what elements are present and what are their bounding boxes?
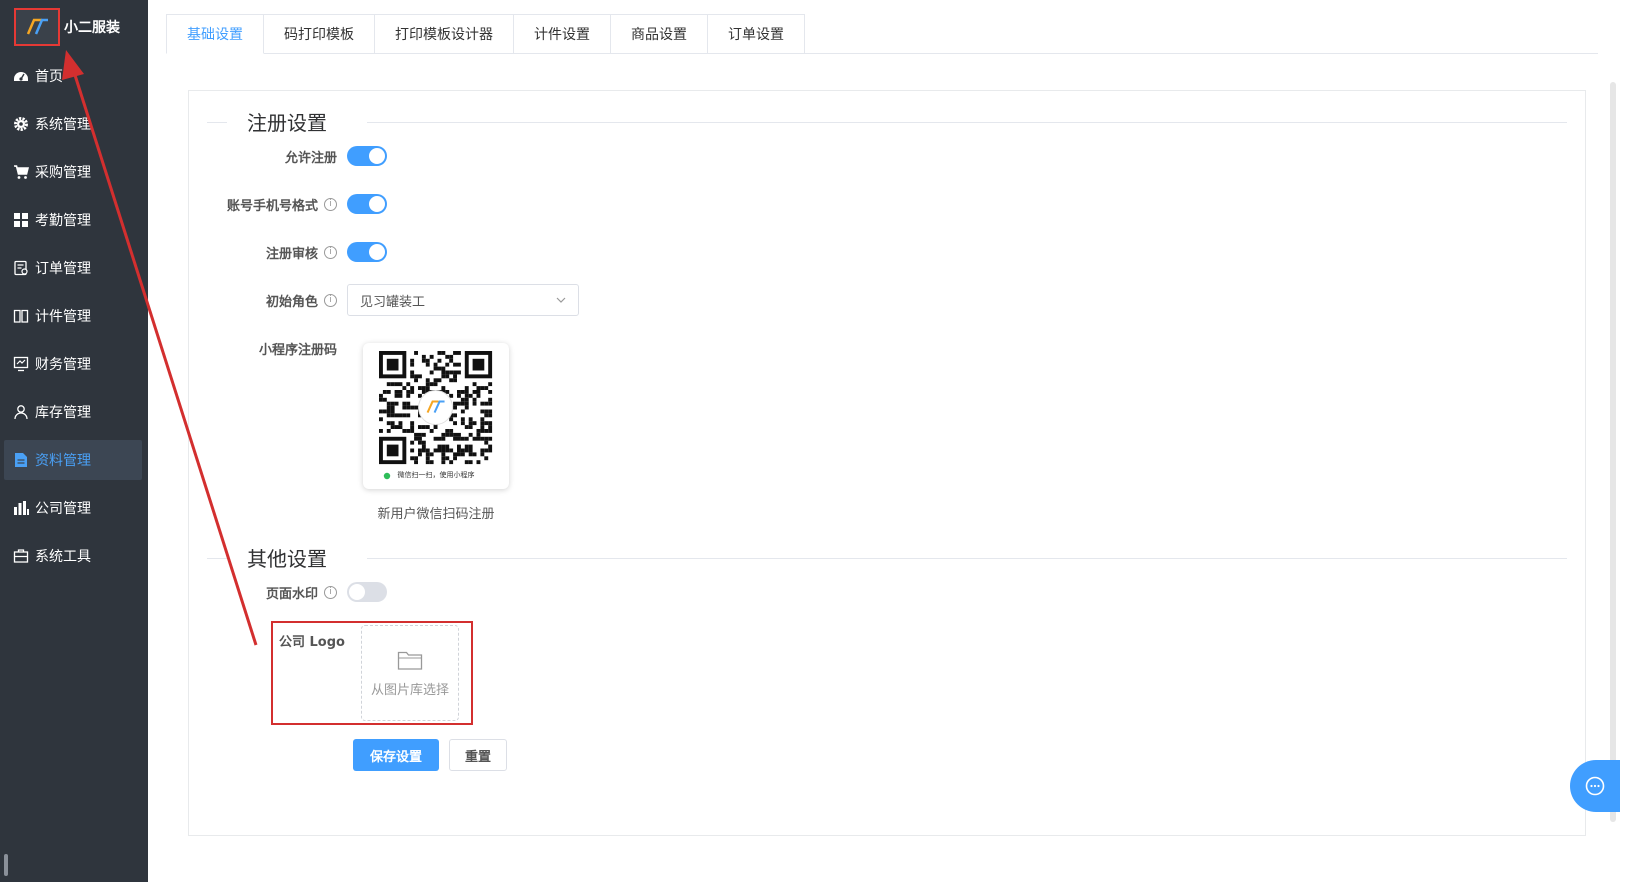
brand[interactable]: 小二服装 [14,8,120,46]
tab-print-template-designer[interactable]: 打印模板设计器 [375,14,514,54]
sidebar-item-home[interactable]: 首页 [0,56,148,96]
page-scrollbar[interactable] [1610,82,1616,822]
sidebar-item-label: 财务管理 [35,357,91,373]
sidebar-item-inventory[interactable]: 库存管理 [0,392,148,432]
tab-piecework-settings[interactable]: 计件设置 [514,14,611,54]
field-label: 注册审核 i [189,243,347,262]
folder-icon [397,651,423,670]
qr-code-image [379,351,493,480]
tab-basic-settings[interactable]: 基础设置 [166,14,264,54]
tab-code-print-template[interactable]: 码打印模板 [264,14,375,54]
sidebar-item-label: 公司管理 [35,501,91,517]
watermark-label: 页面水印 [265,586,318,602]
chevron-down-icon [556,297,566,303]
sidebar-item-label: 系统工具 [35,549,91,565]
initial-role-select[interactable]: 见习罐装工 [347,284,579,316]
sidebar-item-label: 系统管理 [35,117,91,133]
sidebar-item-system[interactable]: 系统管理 [0,104,148,144]
divider [367,558,1567,559]
book-icon [12,307,30,325]
settings-panel: 注册设置 允许注册 账号手机号格式 i 注册审核 i 初始角色 i 见习罐装工 小程序… [188,90,1586,836]
upload-text: 从图片库选择 [370,682,449,698]
cart-icon [12,163,30,181]
bar-chart-icon [12,499,30,517]
section-title: 其他设置 [247,543,345,572]
tab-order-settings[interactable]: 订单设置 [708,14,805,54]
phone-format-row: 账号手机号格式 i [189,189,387,219]
main-content: 基础设置 码打印模板 打印模板设计器 计件设置 商品设置 订单设置 注册设置 允… [148,0,1620,882]
register-review-row: 注册审核 i [189,237,387,267]
logo-upload-button[interactable]: 从图片库选择 [361,625,459,721]
register-review-switch[interactable] [347,242,387,262]
grid-icon [12,211,30,229]
chat-icon [1585,776,1605,796]
sidebar-item-label: 计件管理 [35,309,91,325]
section-title: 注册设置 [247,107,345,136]
allow-register-row: 允许注册 [189,141,387,171]
phone-format-switch[interactable] [347,194,387,214]
sidebar-item-label: 首页 [35,69,63,85]
watermark-row: 页面水印 i [189,577,387,607]
brand-name: 小二服装 [64,20,120,36]
sidebar-item-label: 采购管理 [35,165,91,181]
sidebar-item-data[interactable]: 资料管理 [4,440,142,480]
initial-role-row: 初始角色 i 见习罐装工 [189,284,579,316]
sidebar-item-label: 订单管理 [35,261,91,277]
toolbox-icon [12,547,30,565]
brand-logo [14,8,60,46]
initial-role-label: 初始角色 [265,294,318,310]
tab-product-settings[interactable]: 商品设置 [611,14,708,54]
save-button[interactable]: 保存设置 [353,739,439,771]
reset-button[interactable]: 重置 [449,739,507,771]
sidebar-scrollbar[interactable] [4,854,8,876]
settings-tabs: 基础设置 码打印模板 打印模板设计器 计件设置 商品设置 订单设置 [166,14,1598,54]
miniapp-code-label: 小程序注册码 [258,342,337,358]
qr-hint: 微信扫一扫，使用小程序 [397,471,475,479]
order-icon [12,259,30,277]
dashboard-icon [12,67,30,85]
info-icon[interactable]: i [324,245,337,259]
sidebar: 小二服装 首页 系统管理 采购管理 考勤管理 订单管理 计件管理 财务管理 库存… [0,0,148,882]
field-label: 小程序注册码 [189,339,347,358]
file-icon [12,451,30,469]
sidebar-item-piecework[interactable]: 计件管理 [0,296,148,336]
company-logo-label: 公司 Logo [279,635,345,650]
allow-register-label: 允许注册 [284,150,337,166]
select-value: 见习罐装工 [360,294,426,310]
gear-icon [12,115,30,133]
divider [367,122,1567,123]
sidebar-item-label: 考勤管理 [35,213,91,229]
finance-icon [12,355,30,373]
other-section-header: 其他设置 [207,543,1567,573]
miniapp-code-row: 小程序注册码 [189,333,347,363]
field-label: 账号手机号格式 i [189,195,347,214]
sidebar-item-attendance[interactable]: 考勤管理 [0,200,148,240]
phone-format-label: 账号手机号格式 [226,198,318,214]
allow-register-switch[interactable] [347,146,387,166]
info-icon[interactable]: i [324,293,337,307]
field-label: 允许注册 [189,147,347,166]
sidebar-item-finance[interactable]: 财务管理 [0,344,148,384]
watermark-switch[interactable] [347,582,387,602]
sidebar-item-tools[interactable]: 系统工具 [0,536,148,576]
chat-float-button[interactable] [1570,760,1620,812]
sidebar-item-label: 库存管理 [35,405,91,421]
company-logo-highlight: 公司 Logo 从图片库选择 [271,621,473,725]
register-review-label: 注册审核 [265,246,318,262]
sidebar-item-label: 资料管理 [35,453,91,469]
register-section-header: 注册设置 [207,107,1567,137]
qr-code-card: 微信扫一扫，使用小程序 [363,343,509,489]
qr-caption: 新用户微信扫码注册 [377,507,495,522]
sidebar-item-orders[interactable]: 订单管理 [0,248,148,288]
info-icon[interactable]: i [324,197,337,211]
field-label: 页面水印 i [189,583,347,602]
sidebar-item-purchase[interactable]: 采购管理 [0,152,148,192]
divider [207,122,227,123]
field-label: 初始角色 i [189,291,347,310]
info-icon[interactable]: i [324,585,337,599]
sidebar-item-company[interactable]: 公司管理 [0,488,148,528]
user-icon [12,403,30,421]
divider [207,558,227,559]
sidebar-menu: 首页 系统管理 采购管理 考勤管理 订单管理 计件管理 财务管理 库存管理 资料… [0,56,148,584]
